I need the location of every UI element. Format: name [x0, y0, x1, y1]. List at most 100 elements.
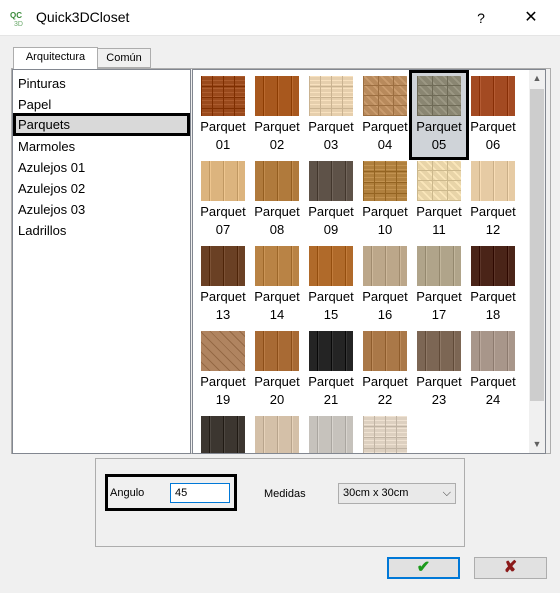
texture-label-word: Parquet [308, 119, 354, 134]
texture-grid[interactable]: Parquet 01 Parquet 02 Parquet 03 Parquet 04 Parq… [192, 69, 546, 454]
texture-swatch [201, 416, 245, 453]
texture-label: Parquet 24 [465, 373, 521, 409]
texture-tile[interactable]: Parquet 15 [303, 242, 359, 328]
texture-swatch [201, 331, 245, 371]
texture-label-number: 13 [215, 307, 231, 322]
texture-label-number: 06 [485, 137, 501, 152]
texture-tile[interactable]: Parquet 14 [249, 242, 305, 328]
texture-tile[interactable]: Parquet 24 [465, 327, 521, 413]
category-list[interactable]: Pinturas Papel Parquets Marmoles Azulejo… [12, 69, 191, 454]
texture-swatch [471, 246, 515, 286]
texture-label: Parquet 03 [303, 118, 359, 154]
texture-swatch [255, 76, 299, 116]
texture-label-word: Parquet [470, 119, 516, 134]
scroll-down-arrow-icon[interactable]: ▼ [529, 436, 545, 453]
texture-label-number: 03 [323, 137, 339, 152]
texture-tile[interactable]: Parquet 19 [195, 327, 251, 413]
texture-swatch [201, 76, 245, 116]
category-item-ladrillos[interactable]: Ladrillos [14, 220, 189, 241]
texture-tile[interactable]: Parquet 16 [357, 242, 413, 328]
texture-swatch [417, 331, 461, 371]
texture-label-word: Parquet [470, 374, 516, 389]
texture-label: Parquet 02 [249, 118, 305, 154]
texture-label-word: Parquet [362, 374, 408, 389]
texture-label-number: 14 [269, 307, 285, 322]
texture-label: Parquet 09 [303, 203, 359, 239]
texture-tile[interactable]: Parquet 20 [249, 327, 305, 413]
texture-tile[interactable]: Parquet 04 [357, 72, 413, 158]
texture-label-number: 23 [431, 392, 447, 407]
texture-label-number: 16 [377, 307, 393, 322]
texture-tile[interactable]: Parquet 12 [465, 157, 521, 243]
help-button[interactable]: ? [466, 6, 496, 30]
category-item-marmoles[interactable]: Marmoles [14, 136, 189, 157]
tab-arquitectura[interactable]: Arquitectura [13, 47, 98, 69]
texture-tile[interactable] [249, 412, 305, 453]
texture-scrollbar[interactable]: ▲ ▼ [529, 70, 545, 453]
texture-label-number: 01 [215, 137, 231, 152]
texture-label: Parquet 08 [249, 203, 305, 239]
close-button[interactable]: ✕ [516, 6, 546, 30]
chevron-down-icon: ⌵ [442, 487, 451, 499]
texture-tile[interactable] [303, 412, 359, 453]
scroll-thumb[interactable] [530, 89, 544, 401]
texture-tile[interactable]: Parquet 21 [303, 327, 359, 413]
texture-label: Parquet 13 [195, 288, 251, 324]
texture-label: Parquet 10 [357, 203, 413, 239]
texture-label-number: 15 [323, 307, 339, 322]
texture-swatch [363, 76, 407, 116]
texture-swatch [201, 246, 245, 286]
texture-tile[interactable]: Parquet 17 [411, 242, 467, 328]
scroll-up-arrow-icon[interactable]: ▲ [529, 70, 545, 87]
texture-tile[interactable]: Parquet 18 [465, 242, 521, 328]
texture-swatch [417, 246, 461, 286]
category-item-pinturas[interactable]: Pinturas [14, 73, 189, 94]
texture-tile[interactable]: Parquet 13 [195, 242, 251, 328]
category-item-azulejos-03[interactable]: Azulejos 03 [14, 199, 189, 220]
texture-tile[interactable]: Parquet 10 [357, 157, 413, 243]
texture-label-word: Parquet [254, 289, 300, 304]
texture-tile[interactable]: Parquet 03 [303, 72, 359, 158]
texture-label-number: 12 [485, 222, 501, 237]
category-item-azulejos-01[interactable]: Azulejos 01 [14, 157, 189, 178]
category-item-papel[interactable]: Papel [14, 94, 189, 115]
texture-label-word: Parquet [308, 204, 354, 219]
texture-label: Parquet 21 [303, 373, 359, 409]
texture-tile[interactable]: Parquet 01 [195, 72, 251, 158]
texture-label: Parquet 12 [465, 203, 521, 239]
texture-tile[interactable]: Parquet 06 [465, 72, 521, 158]
texture-label-word: Parquet [200, 204, 246, 219]
ok-button[interactable]: ✔ [387, 557, 460, 579]
cancel-button[interactable]: ✘ [474, 557, 547, 579]
texture-swatch [471, 76, 515, 116]
texture-swatch [255, 246, 299, 286]
texture-tile[interactable]: Parquet 07 [195, 157, 251, 243]
angulo-input[interactable]: 45 [170, 483, 230, 503]
texture-label-number: 17 [431, 307, 447, 322]
texture-label: Parquet 16 [357, 288, 413, 324]
texture-tile[interactable]: Parquet 05 [409, 70, 469, 160]
texture-tile[interactable]: Parquet 22 [357, 327, 413, 413]
texture-label: Parquet 01 [195, 118, 251, 154]
category-item-parquets[interactable]: Parquets [13, 113, 190, 136]
texture-swatch [363, 161, 407, 201]
medidas-select[interactable]: 30cm x 30cm ⌵ [338, 483, 456, 504]
category-item-azulejos-02[interactable]: Azulejos 02 [14, 178, 189, 199]
texture-tile[interactable] [195, 412, 251, 453]
texture-label-word: Parquet [362, 289, 408, 304]
texture-label-number: 19 [215, 392, 231, 407]
texture-label: Parquet 20 [249, 373, 305, 409]
texture-label-number: 10 [377, 222, 393, 237]
texture-tile[interactable]: Parquet 11 [411, 157, 467, 243]
texture-label: Parquet 06 [465, 118, 521, 154]
texture-label-number: 07 [215, 222, 231, 237]
texture-label-number: 20 [269, 392, 285, 407]
texture-tile[interactable]: Parquet 23 [411, 327, 467, 413]
texture-tile[interactable]: Parquet 08 [249, 157, 305, 243]
texture-tile[interactable]: Parquet 02 [249, 72, 305, 158]
texture-tile[interactable]: Parquet 09 [303, 157, 359, 243]
medidas-value: 30cm x 30cm [343, 487, 409, 499]
tab-comun[interactable]: Común [97, 48, 151, 68]
texture-tile[interactable] [357, 412, 413, 453]
texture-swatch [417, 76, 461, 116]
